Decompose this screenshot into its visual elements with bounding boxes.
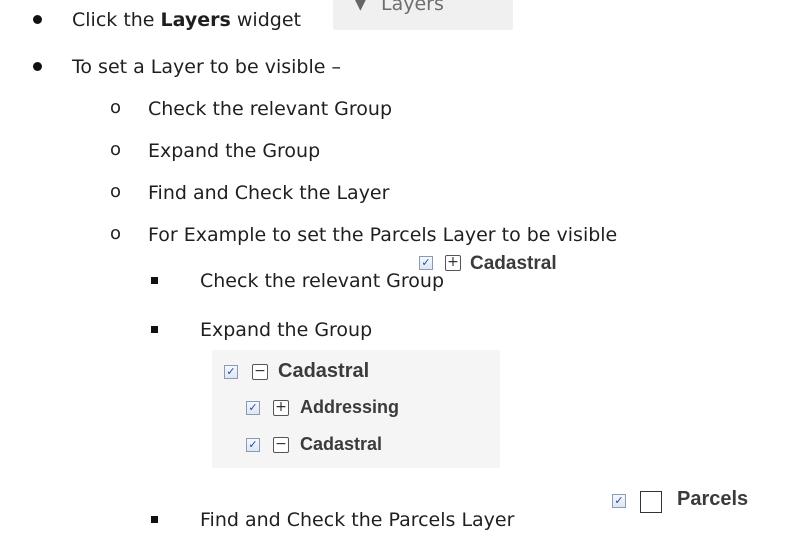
example-check-group: Check the relevant Group bbox=[200, 270, 445, 292]
expand-plus-icon[interactable]: + bbox=[445, 255, 461, 271]
sub-bullet: o bbox=[110, 97, 122, 118]
bullet bbox=[33, 62, 42, 71]
subgroup-cadastral[interactable]: Cadastral bbox=[300, 434, 382, 455]
layers-widget-button[interactable]: ▼ Layers bbox=[333, 0, 513, 30]
sub-bullet: o bbox=[110, 139, 122, 160]
step-set-visible: To set a Layer to be visible – bbox=[72, 56, 341, 78]
sub-step-example: For Example to set the Parcels Layer to … bbox=[148, 224, 618, 246]
square-bullet bbox=[151, 326, 158, 333]
square-bullet bbox=[151, 277, 158, 284]
expand-plus-icon[interactable]: + bbox=[273, 400, 289, 416]
step-click-layers: Click the Layers widget bbox=[72, 9, 301, 31]
square-bullet bbox=[151, 516, 158, 523]
sub-step-check-group: Check the relevant Group bbox=[148, 98, 393, 120]
checkbox-checked-icon[interactable]: ✓ bbox=[612, 494, 626, 508]
instruction-page: Click the Layers widget ▼ Layers To set … bbox=[0, 0, 809, 549]
layer-parcels[interactable]: Parcels bbox=[677, 488, 748, 511]
example-expand-group: Expand the Group bbox=[200, 319, 373, 341]
bullet bbox=[33, 15, 42, 24]
checkbox-checked-icon[interactable]: ✓ bbox=[246, 438, 260, 452]
collapse-minus-icon[interactable]: − bbox=[252, 364, 268, 380]
checkbox-checked-icon[interactable]: ✓ bbox=[246, 401, 260, 415]
group-cadastral-collapsed[interactable]: Cadastral bbox=[470, 253, 557, 275]
checkbox-checked-icon[interactable]: ✓ bbox=[224, 365, 238, 379]
layers-widget-label: Layers bbox=[381, 0, 444, 15]
triangle-down-icon: ▼ bbox=[355, 0, 366, 13]
example-find-parcels: Find and Check the Parcels Layer bbox=[200, 509, 515, 531]
layer-tree-panel: ✓ − Cadastral ✓ + Addressing ✓ − Cadastr… bbox=[212, 350, 500, 468]
sub-bullet: o bbox=[110, 181, 122, 202]
subgroup-addressing[interactable]: Addressing bbox=[300, 397, 399, 418]
collapse-minus-icon[interactable]: − bbox=[273, 437, 289, 453]
sub-step-expand-group: Expand the Group bbox=[148, 140, 321, 162]
group-cadastral-expanded[interactable]: Cadastral bbox=[278, 360, 369, 383]
checkbox-checked-icon[interactable]: ✓ bbox=[419, 256, 433, 270]
checkbox-empty-icon[interactable] bbox=[640, 491, 662, 513]
sub-step-find-layer: Find and Check the Layer bbox=[148, 182, 390, 204]
sub-bullet: o bbox=[110, 223, 122, 244]
